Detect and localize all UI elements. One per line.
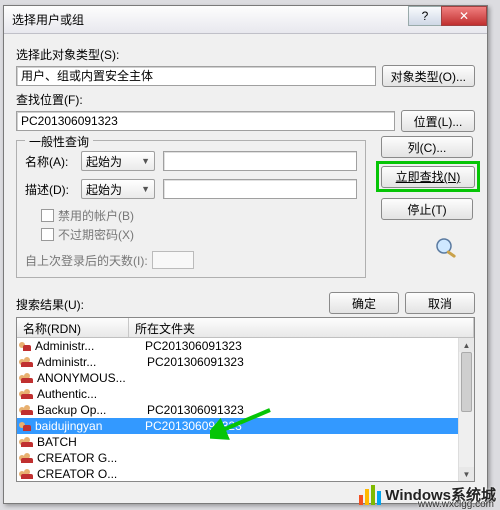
- table-row[interactable]: Backup Op...PC201306091323: [17, 402, 474, 418]
- non-expiring-password-checkbox[interactable]: [41, 228, 54, 241]
- description-match-combo[interactable]: 起始为 ▼: [81, 179, 155, 199]
- window-title: 选择用户或组: [12, 11, 84, 28]
- columns-button[interactable]: 列(C)...: [381, 136, 473, 158]
- group-icon: [19, 372, 35, 384]
- chevron-down-icon: ▼: [141, 156, 150, 166]
- table-row[interactable]: CREATOR O...: [17, 466, 474, 481]
- search-results-label: 搜索结果(U):: [16, 296, 84, 313]
- row-name: Administr...: [35, 339, 145, 353]
- find-now-highlight: 立即查找(N): [376, 161, 480, 192]
- close-button[interactable]: ✕: [441, 6, 487, 26]
- row-folder: PC201306091323: [145, 419, 242, 433]
- non-expiring-password-label: 不过期密码(X): [58, 226, 134, 243]
- find-now-button[interactable]: 立即查找(N): [381, 166, 475, 188]
- table-row[interactable]: ANONYMOUS...: [17, 370, 474, 386]
- title-bar[interactable]: 选择用户或组 ? ✕: [4, 6, 487, 34]
- group-icon: [19, 452, 35, 464]
- table-row[interactable]: Administr...PC201306091323: [17, 338, 474, 354]
- group-icon: [19, 404, 35, 416]
- object-type-label: 选择此对象类型(S):: [16, 46, 475, 63]
- object-type-field[interactable]: 用户、组或内置安全主体: [16, 66, 376, 86]
- location-field[interactable]: PC201306091323: [16, 111, 395, 131]
- table-row[interactable]: baidujingyanPC201306091323: [17, 418, 474, 434]
- row-name: Authentic...: [37, 387, 147, 401]
- last-logon-days-spinner[interactable]: [152, 251, 194, 269]
- vertical-scrollbar[interactable]: ▲ ▼: [458, 338, 474, 481]
- help-button[interactable]: ?: [408, 6, 442, 26]
- locations-button[interactable]: 位置(L)...: [401, 110, 475, 132]
- last-logon-label: 自上次登录后的天数(I):: [25, 252, 148, 269]
- row-name: baidujingyan: [35, 419, 145, 433]
- watermark-url: www.wxclgg.com: [418, 499, 494, 510]
- results-header[interactable]: 名称(RDN) 所在文件夹: [17, 318, 474, 338]
- table-row[interactable]: Authentic...: [17, 386, 474, 402]
- object-types-button[interactable]: 对象类型(O)...: [382, 65, 475, 87]
- row-name: BATCH: [37, 435, 147, 449]
- description-input[interactable]: [163, 179, 357, 199]
- disabled-accounts-checkbox[interactable]: [41, 209, 54, 222]
- name-input[interactable]: [163, 151, 357, 171]
- column-folder-header[interactable]: 所在文件夹: [129, 318, 474, 337]
- row-folder: PC201306091323: [145, 339, 242, 353]
- cancel-button[interactable]: 取消: [405, 292, 475, 314]
- results-area: 搜索结果(U): 确定 取消 名称(RDN) 所在文件夹 Administr..…: [16, 296, 475, 495]
- table-row[interactable]: Administr...PC201306091323: [17, 354, 474, 370]
- ok-button[interactable]: 确定: [329, 292, 399, 314]
- group-icon: [19, 436, 35, 448]
- description-label: 描述(D):: [25, 181, 81, 198]
- name-label: 名称(A):: [25, 153, 81, 170]
- common-queries-group: 一般性查询 名称(A): 起始为 ▼ 描述(D): 起始为 ▼ 禁用的帐户(: [16, 140, 366, 278]
- stop-button[interactable]: 停止(T): [381, 198, 473, 220]
- scroll-thumb[interactable]: [461, 352, 472, 412]
- scroll-up-arrow[interactable]: ▲: [459, 338, 474, 352]
- window-buttons: ? ✕: [409, 6, 487, 26]
- name-match-combo[interactable]: 起始为 ▼: [81, 151, 155, 171]
- location-label: 查找位置(F):: [16, 91, 475, 108]
- scroll-down-arrow[interactable]: ▼: [459, 467, 474, 481]
- column-name-header[interactable]: 名称(RDN): [17, 318, 129, 337]
- table-row[interactable]: BATCH: [17, 434, 474, 450]
- table-row[interactable]: CREATOR G...: [17, 450, 474, 466]
- results-listview[interactable]: 名称(RDN) 所在文件夹 Administr...PC201306091323…: [16, 317, 475, 482]
- chevron-down-icon: ▼: [141, 184, 150, 194]
- row-folder: PC201306091323: [147, 355, 244, 369]
- group-icon: [19, 356, 35, 368]
- row-folder: PC201306091323: [147, 403, 244, 417]
- row-name: Backup Op...: [37, 403, 147, 417]
- user-icon: [19, 420, 33, 432]
- dialog-window: 选择用户或组 ? ✕ 选择此对象类型(S): 用户、组或内置安全主体 对象类型(…: [3, 5, 488, 504]
- group-icon: [19, 468, 35, 480]
- row-name: CREATOR G...: [37, 451, 147, 465]
- name-match-value: 起始为: [86, 153, 122, 170]
- row-name: ANONYMOUS...: [37, 371, 147, 385]
- results-body[interactable]: Administr...PC201306091323Administr...PC…: [17, 338, 474, 481]
- user-icon: [19, 340, 33, 352]
- common-queries-legend: 一般性查询: [25, 133, 93, 150]
- search-icon: [433, 236, 463, 258]
- windows-logo-icon: [359, 485, 381, 505]
- row-name: Administr...: [37, 355, 147, 369]
- description-match-value: 起始为: [86, 181, 122, 198]
- disabled-accounts-label: 禁用的帐户(B): [58, 207, 134, 224]
- row-name: CREATOR O...: [37, 467, 147, 481]
- group-icon: [19, 388, 35, 400]
